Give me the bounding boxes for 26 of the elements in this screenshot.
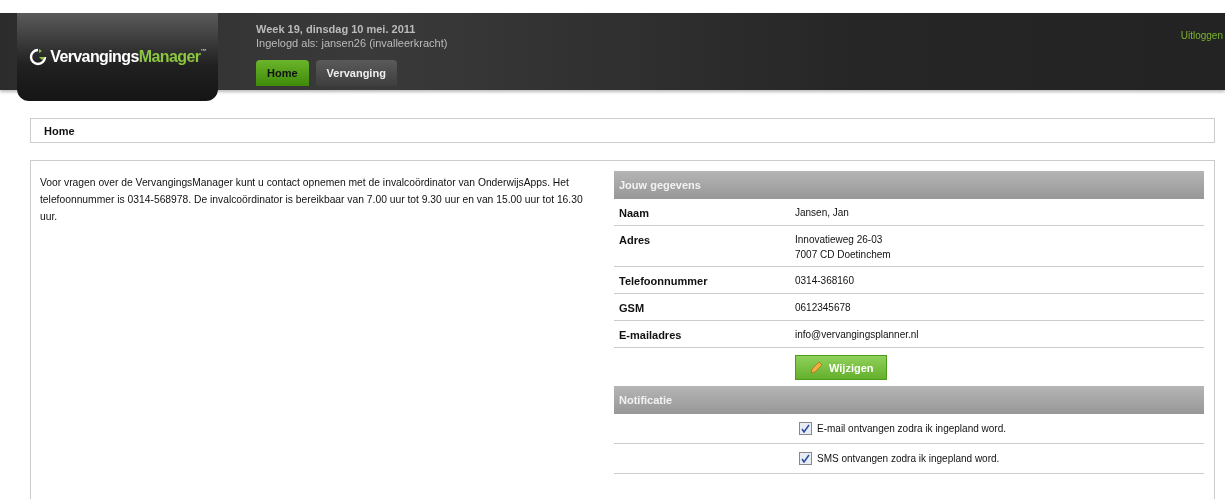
field-value: info@vervangingsplanner.nl: [795, 329, 920, 340]
checkbox[interactable]: [799, 422, 812, 435]
field-value: 0612345678: [795, 302, 852, 313]
field-label: Adres: [619, 234, 652, 248]
field-label: Telefoonnummer: [619, 275, 709, 287]
refresh-icon: [29, 48, 48, 66]
field-label: E-mailadres: [619, 329, 683, 341]
field-label: GSM: [619, 302, 646, 314]
checkbox-label: SMS ontvangen zodra ik ingepland word.: [817, 453, 1000, 464]
field-label: Naam: [619, 207, 650, 219]
breadcrumb-text: Home: [44, 124, 75, 137]
pencil-icon: [809, 360, 823, 375]
section-title: Jouw gegevens: [619, 179, 701, 191]
checkbox[interactable]: [799, 452, 812, 465]
section-title: Notificatie: [619, 394, 673, 406]
nav-tab[interactable]: Home: [256, 60, 309, 86]
user-text: Ingelogd als: jansen26 (invalleerkracht): [256, 37, 448, 49]
intro-paragraph: Voor vragen over de VervangingsManager kunt u contact opnemen met de invalcoördinator van OnderwijsApps. Het telefoonnummer is 0314-568978. De invalcoördinator is bereikbaar van 7.00 uur tot 9.30 uur en van 15.00 uur tot 16.30 uur.: [40, 176, 584, 224]
field-value: 0314-368160: [795, 275, 855, 286]
nav-tab[interactable]: Vervanging: [315, 60, 397, 86]
field-value: 7007 CD Doetinchem: [795, 249, 892, 260]
field-value: Jansen, Jan: [795, 207, 850, 218]
field-value: Innovatieweg 26-03: [795, 234, 884, 245]
logout-link[interactable]: Uitloggen: [1180, 30, 1223, 41]
date-text: Week 19, dinsdag 10 mei. 2011: [256, 23, 417, 35]
checkbox-label: E-mail ontvangen zodra ik ingepland word.: [817, 423, 1006, 434]
